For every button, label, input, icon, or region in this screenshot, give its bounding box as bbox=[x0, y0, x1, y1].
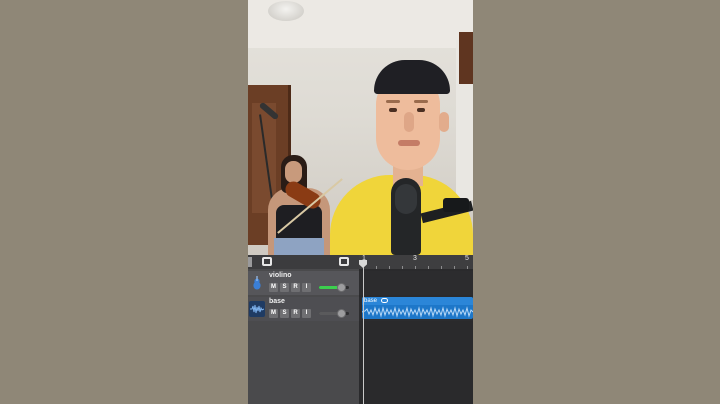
backwards-cap bbox=[374, 60, 450, 94]
ruler-tick bbox=[467, 266, 468, 269]
violinist-face bbox=[285, 161, 302, 183]
mute-button[interactable]: M bbox=[269, 283, 278, 292]
volume-slider[interactable] bbox=[319, 283, 349, 292]
ruler-tick bbox=[402, 266, 403, 269]
ruler-tick bbox=[376, 266, 377, 269]
ruler-tick bbox=[441, 266, 442, 269]
mouth bbox=[398, 140, 420, 146]
record-enable-button[interactable]: R bbox=[291, 283, 300, 292]
timeline-ruler[interactable]: 1 3 5 bbox=[359, 255, 473, 269]
video-scene bbox=[248, 0, 473, 255]
tracks-toolbar bbox=[248, 255, 359, 269]
violin-icon bbox=[249, 275, 265, 291]
wall-cabinet bbox=[459, 32, 473, 84]
phone-frame: 1 3 5 violino M S R I base M S R I base bbox=[248, 0, 473, 404]
right-letterbox bbox=[473, 0, 720, 404]
solo-button[interactable]: S bbox=[280, 283, 289, 292]
left-brow bbox=[386, 100, 400, 103]
region-title-bar[interactable]: base bbox=[362, 297, 473, 305]
loop-icon bbox=[381, 298, 388, 303]
playhead-line bbox=[363, 267, 364, 404]
track-lane-base[interactable]: base bbox=[359, 297, 473, 321]
daw-tracks-view: 1 3 5 violino M S R I base M S R I base bbox=[248, 255, 473, 404]
ruler-tick bbox=[389, 266, 390, 269]
input-monitor-button[interactable]: I bbox=[302, 283, 311, 292]
track-view-icon[interactable] bbox=[262, 257, 272, 266]
record-enable-button[interactable]: R bbox=[291, 309, 300, 318]
toolbar-edge-handle[interactable] bbox=[248, 257, 252, 267]
ruler-mark: 3 bbox=[413, 255, 417, 262]
region-waveform bbox=[362, 306, 473, 318]
right-brow bbox=[414, 100, 428, 103]
left-letterbox bbox=[0, 0, 248, 404]
ruler-mark: 5 bbox=[465, 255, 469, 262]
right-eye bbox=[417, 108, 425, 112]
solo-button[interactable]: S bbox=[280, 309, 289, 318]
volume-knob[interactable] bbox=[337, 309, 346, 318]
violinist-jeans bbox=[274, 238, 324, 255]
ceiling-lamp bbox=[268, 1, 304, 21]
region-name: base bbox=[364, 298, 378, 304]
mute-button[interactable]: M bbox=[269, 309, 278, 318]
audio-region[interactable]: base bbox=[362, 297, 473, 319]
ruler-tick bbox=[428, 266, 429, 269]
ruler-tick bbox=[415, 266, 416, 269]
left-eye bbox=[389, 108, 397, 112]
volume-slider[interactable] bbox=[319, 309, 349, 318]
track-name: violino bbox=[269, 272, 292, 279]
add-track-icon[interactable] bbox=[339, 257, 349, 266]
track-lane-violino[interactable] bbox=[359, 271, 473, 295]
microphone-mount bbox=[443, 198, 469, 212]
empty-timeline-area[interactable] bbox=[359, 323, 473, 404]
track-header-base[interactable]: base M S R I bbox=[248, 297, 359, 321]
track-name: base bbox=[269, 298, 285, 305]
track-header-violino[interactable]: violino M S R I bbox=[248, 271, 359, 295]
ruler-tick bbox=[454, 266, 455, 269]
waveform-icon bbox=[249, 301, 265, 317]
volume-knob[interactable] bbox=[337, 283, 346, 292]
input-monitor-button[interactable]: I bbox=[302, 309, 311, 318]
nose bbox=[404, 112, 414, 132]
man-ear bbox=[439, 112, 449, 132]
microphone-grille bbox=[395, 184, 417, 214]
